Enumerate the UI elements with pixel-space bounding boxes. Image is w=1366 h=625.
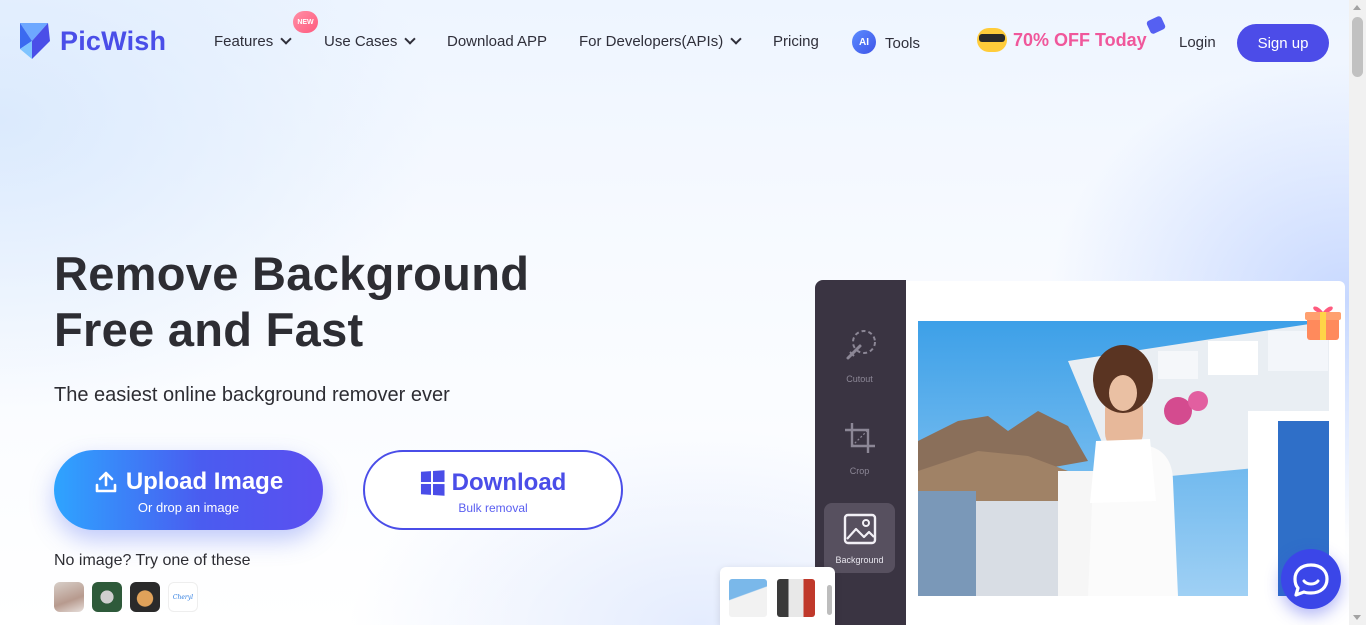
tool-crop-label: Crop (849, 466, 870, 476)
tool-crop[interactable]: Crop (824, 420, 895, 476)
nav-tools[interactable]: AI Tools (852, 30, 920, 54)
upload-image-button[interactable]: Upload Image Or drop an image (54, 450, 323, 530)
sample-images: Cheryl (54, 582, 198, 612)
chevron-down-icon (280, 33, 292, 45)
chat-icon (1293, 563, 1329, 597)
login-link[interactable]: Login (1179, 34, 1216, 51)
download-button[interactable]: Download Bulk removal (363, 450, 623, 530)
scroll-down-arrow-icon[interactable] (1353, 615, 1361, 620)
page-scrollbar[interactable] (1349, 0, 1366, 625)
download-label: Download (451, 469, 567, 496)
upload-sublabel: Or drop an image (137, 500, 240, 515)
nav-pricing[interactable]: Pricing (773, 33, 819, 50)
download-sublabel: Bulk removal (458, 501, 528, 515)
hero-subtitle: The easiest online background remover ev… (54, 384, 450, 406)
nav-pricing-label: Pricing (773, 33, 819, 50)
tool-background-label: Background (835, 555, 884, 565)
sample-text-cheryl: Cheryl (172, 593, 194, 601)
windows-icon (420, 470, 445, 496)
upload-icon (95, 471, 117, 493)
site-header: PicWish Features NEW Use Cases Download … (0, 0, 1349, 84)
promo-text: 70% OFF Today (1013, 29, 1147, 50)
nav-features-label: Features (214, 33, 274, 50)
chevron-down-icon (730, 33, 742, 45)
crop-icon (844, 423, 875, 453)
santorini-photo-image (918, 321, 1329, 596)
promo-banner[interactable]: 70% OFF Today (977, 28, 1147, 52)
sunglasses-emoji-icon (977, 28, 1007, 52)
sample-image-woman[interactable] (54, 582, 84, 612)
image-icon (843, 513, 876, 545)
nav-download-app[interactable]: Download APP (447, 33, 547, 50)
hero-title: Remove Background Free and Fast (54, 246, 529, 358)
sample-image-watch[interactable] (92, 582, 122, 612)
chat-support-button[interactable] (1281, 549, 1341, 609)
tool-cutout-label: Cutout (846, 374, 873, 384)
thumbnail-strip (720, 567, 835, 625)
gift-icon[interactable] (1303, 300, 1343, 342)
nav-tools-label: Tools (885, 34, 921, 52)
sample-image-dog[interactable] (130, 582, 160, 612)
signup-button[interactable]: Sign up (1237, 24, 1329, 62)
cutout-icon (846, 330, 876, 360)
sample-image-text[interactable]: Cheryl (168, 582, 198, 612)
tool-background[interactable]: Background (824, 503, 895, 573)
thumbnail-1[interactable] (729, 579, 767, 617)
try-samples-text: No image? Try one of these (54, 552, 251, 569)
scrollbar-thumb[interactable] (1352, 17, 1363, 77)
scroll-up-arrow-icon[interactable] (1353, 5, 1361, 10)
logo-text: PicWish (60, 25, 167, 56)
picwish-logo-icon (20, 23, 50, 59)
logo[interactable]: PicWish (18, 19, 166, 63)
thumbnail-2[interactable] (777, 579, 815, 617)
nav-use-cases[interactable]: Use Cases (324, 33, 417, 50)
discount-tag-icon (1145, 15, 1167, 35)
tool-cutout[interactable]: Cutout (824, 328, 895, 384)
hero-title-line1: Remove Background (54, 247, 530, 300)
upload-label: Upload Image (125, 468, 284, 495)
nav-features[interactable]: Features (214, 33, 292, 50)
nav-download-app-label: Download APP (447, 33, 548, 50)
new-badge: NEW (293, 11, 318, 33)
thumbnail-scrollbar[interactable] (827, 585, 832, 615)
nav-developers-label: For Developers(APIs) (579, 33, 724, 50)
chevron-down-icon (404, 33, 417, 45)
hero-title-line2: Free and Fast (54, 303, 364, 356)
preview-photo (918, 321, 1329, 596)
ai-icon: AI (852, 30, 876, 54)
nav-use-cases-label: Use Cases (324, 33, 398, 50)
nav-developers[interactable]: For Developers(APIs) (579, 33, 742, 50)
